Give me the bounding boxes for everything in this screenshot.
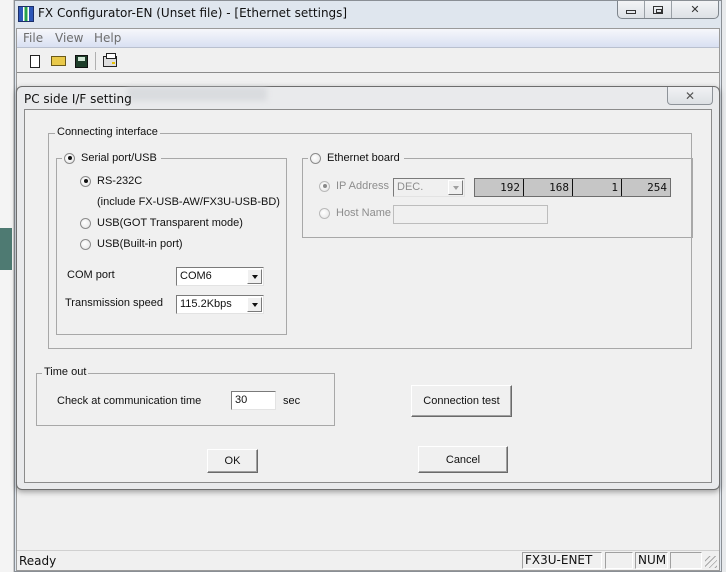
cancel-button[interactable]: Cancel (418, 446, 508, 473)
background-window-edge (0, 0, 14, 572)
radio-icon (80, 217, 91, 229)
status-pane-num: NUM (635, 552, 668, 569)
status-bar: Ready FX3U-ENET NUM (17, 550, 719, 570)
new-button[interactable] (26, 52, 44, 70)
ip-octet-2[interactable]: 168 (524, 179, 573, 196)
restore-icon (653, 5, 663, 14)
toolbar (17, 49, 719, 73)
open-folder-icon (50, 56, 66, 66)
resize-grip[interactable] (705, 556, 717, 568)
minimize-icon (626, 9, 636, 14)
usb-builtin-radio[interactable]: USB(Built-in port) (80, 238, 183, 250)
usb-builtin-label: USB(Built-in port) (97, 238, 183, 250)
timeout-group: Time out Check at communication time 30 … (36, 366, 335, 426)
radio-icon (319, 207, 330, 219)
window-controls: ✕ (617, 1, 719, 19)
ip-address-label: IP Address (336, 180, 389, 192)
connecting-interface-label: Connecting interface (55, 126, 160, 138)
menu-help[interactable]: Help (94, 31, 121, 45)
background-decoration (0, 228, 12, 270)
serial-usb-radio[interactable]: Serial port/USB (62, 152, 161, 164)
menu-bar: File View Help (17, 29, 719, 48)
timeout-label: Time out (42, 366, 89, 378)
usb-got-label: USB(GOT Transparent mode) (97, 217, 243, 229)
connecting-interface-group: Connecting interface Serial port/USB RS-… (48, 126, 693, 349)
close-icon: ✕ (684, 88, 696, 103)
dialog-title: PC side I/F setting (24, 92, 132, 106)
save-button[interactable] (72, 52, 90, 70)
transmission-speed-label: Transmission speed (65, 297, 164, 309)
usb-got-radio[interactable]: USB(GOT Transparent mode) (80, 217, 243, 229)
ip-format-select[interactable]: DEC. (393, 178, 465, 197)
title-bar: FX Configurator-EN (Unset file) - [Ether… (15, 1, 721, 29)
minimize-button[interactable] (618, 1, 645, 18)
ethernet-board-radio[interactable]: Ethernet board (308, 152, 404, 164)
toolbar-separator (95, 52, 96, 70)
rs232c-radio[interactable]: RS-232C (80, 175, 142, 187)
radio-icon (319, 180, 330, 192)
open-button[interactable] (49, 52, 67, 70)
rs232c-sublabel: (include FX-USB-AW/FX3U-USB-BD) (97, 196, 280, 208)
background-dialog-title-blur (127, 87, 267, 101)
close-button[interactable]: ✕ (672, 1, 718, 18)
save-disk-icon (74, 54, 88, 68)
dialog-close-button[interactable]: ✕ (667, 87, 713, 105)
radio-icon (80, 238, 91, 250)
menu-view[interactable]: View (55, 31, 83, 45)
transmission-speed-value: 115.2Kbps (180, 298, 232, 310)
rs232c-label: RS-232C (97, 175, 143, 187)
ip-octet-1[interactable]: 192 (475, 179, 524, 196)
transmission-speed-select[interactable]: 115.2Kbps (176, 295, 264, 314)
host-name-input[interactable] (393, 205, 548, 224)
radio-icon (310, 152, 321, 164)
com-port-label: COM port (67, 269, 115, 281)
serial-usb-group: Serial port/USB RS-232C (include FX-USB-… (56, 152, 287, 335)
status-pane-empty-2 (670, 552, 702, 569)
com-port-value: COM6 (180, 270, 212, 282)
status-pane-module: FX3U-ENET (522, 552, 602, 569)
chevron-down-icon[interactable] (247, 297, 262, 312)
new-file-icon (30, 54, 40, 68)
menu-file[interactable]: File (23, 31, 43, 45)
radio-icon (64, 152, 75, 164)
serial-usb-label: Serial port/USB (81, 152, 157, 164)
host-name-radio[interactable]: Host Name (319, 207, 391, 219)
ethernet-board-group: Ethernet board IP Address DEC. 192 168 1… (302, 152, 693, 238)
check-time-label: Check at communication time (57, 395, 202, 407)
radio-icon (80, 175, 91, 187)
ip-octet-4[interactable]: 254 (622, 179, 670, 196)
dialog-body: Connecting interface Serial port/USB RS-… (24, 109, 712, 483)
ip-address-input[interactable]: 192 168 1 254 (474, 178, 671, 197)
connection-test-button[interactable]: Connection test (411, 385, 512, 417)
status-text: Ready (19, 554, 57, 568)
pc-side-if-dialog: PC side I/F setting ✕ Connecting interfa… (16, 86, 720, 490)
chevron-down-icon[interactable] (247, 269, 262, 284)
print-button[interactable] (101, 52, 119, 70)
ip-octet-3[interactable]: 1 (573, 179, 622, 196)
ip-format-value: DEC. (397, 181, 424, 193)
status-pane-empty (605, 552, 633, 569)
print-icon (103, 52, 117, 67)
chevron-down-icon[interactable] (448, 180, 463, 195)
ethernet-board-label: Ethernet board (327, 152, 400, 164)
restore-button[interactable] (645, 1, 672, 18)
timeout-unit: sec (283, 395, 301, 407)
ip-address-radio[interactable]: IP Address (319, 180, 389, 192)
app-icon (18, 6, 34, 22)
window-title: FX Configurator-EN (Unset file) - [Ether… (38, 6, 348, 20)
close-icon: ✕ (690, 4, 700, 16)
ok-button[interactable]: OK (207, 449, 258, 473)
com-port-select[interactable]: COM6 (176, 267, 264, 286)
timeout-input[interactable]: 30 (231, 391, 276, 410)
host-name-label: Host Name (336, 207, 392, 219)
